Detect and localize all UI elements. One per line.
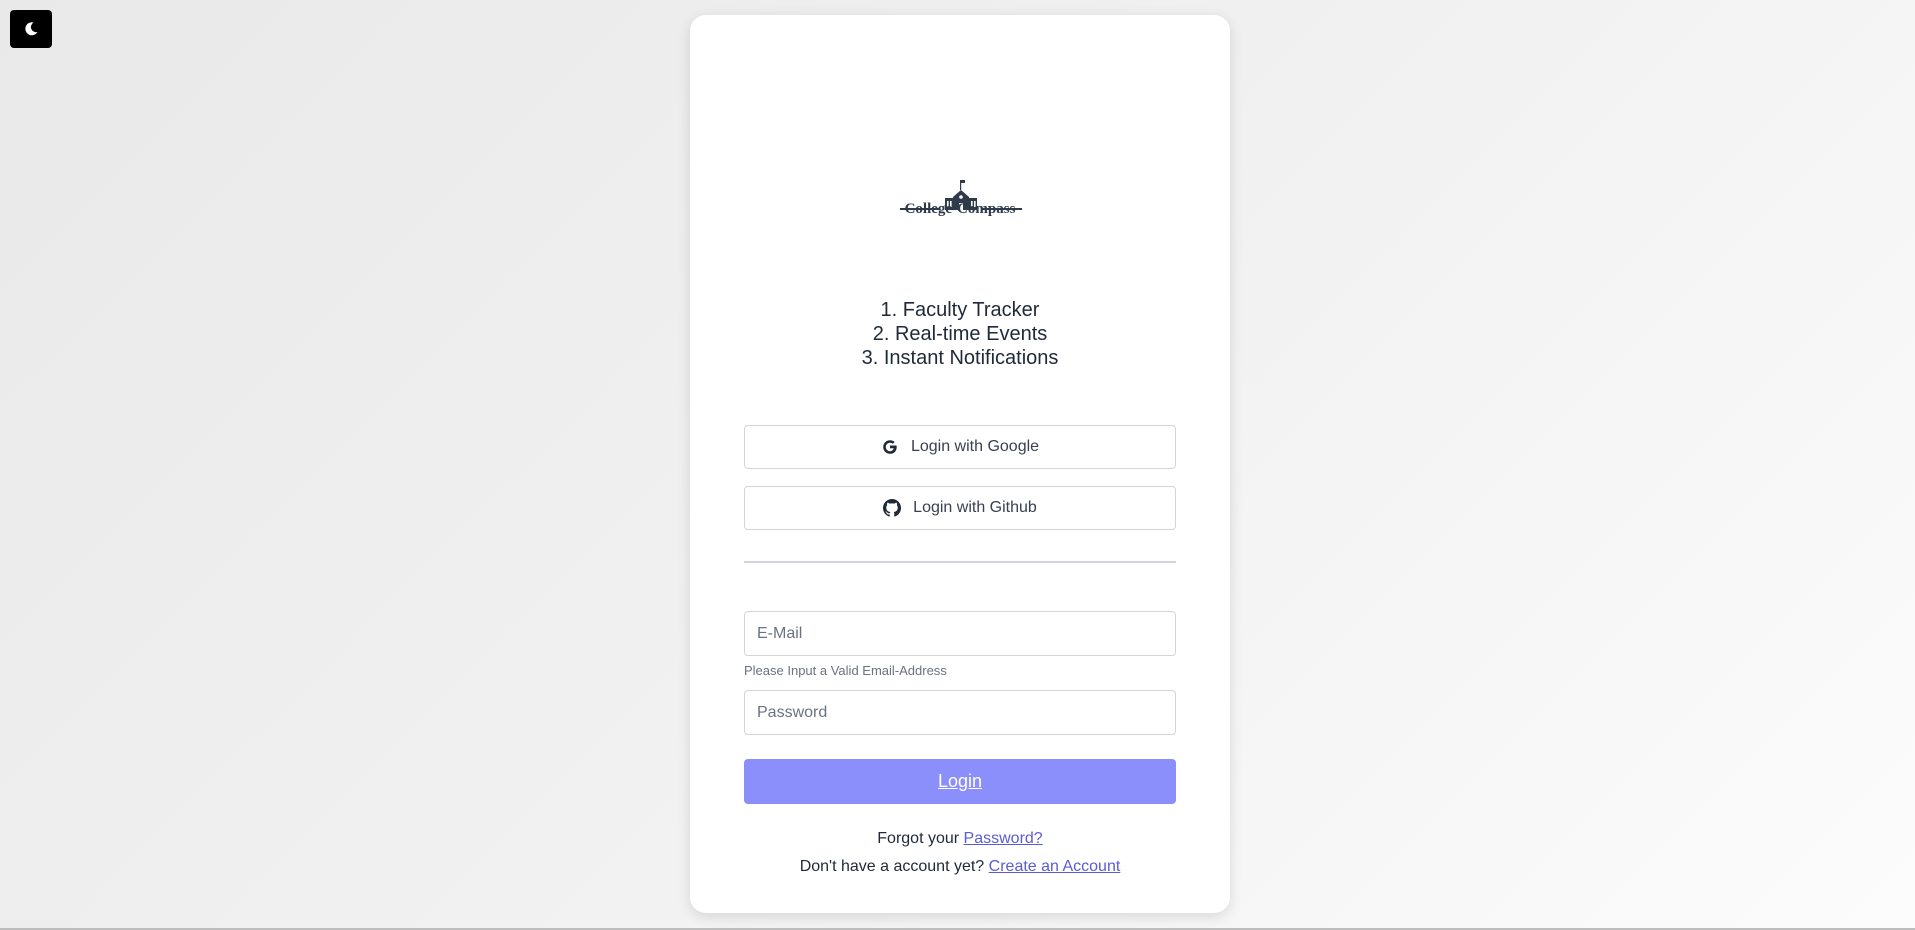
login-with-google-button[interactable]: Login with Google	[744, 425, 1176, 469]
signup-line: Don't have a account yet? Create an Acco…	[690, 858, 1230, 876]
feature-list: 1. Faculty Tracker 2. Real-time Events 3…	[690, 298, 1230, 370]
google-button-label: Login with Google	[910, 438, 1040, 455]
github-icon	[883, 499, 902, 517]
feature-item: 1. Faculty Tracker	[880, 299, 1040, 321]
feature-item: 2. Real-time Events	[872, 323, 1048, 345]
forgot-password-link[interactable]: Password?	[964, 830, 1043, 847]
forgot-password-text: Forgot your	[877, 830, 960, 847]
email-input[interactable]	[744, 611, 1176, 656]
feature-item: 3. Instant Notifications	[861, 347, 1059, 369]
login-button[interactable]: Login	[744, 759, 1176, 804]
college-compass-logo	[898, 165, 1024, 235]
forgot-password-line: Forgot your Password?	[690, 830, 1230, 848]
create-account-link[interactable]: Create an Account	[989, 858, 1121, 875]
logo-text: College-Compass	[904, 201, 1016, 217]
password-input[interactable]	[744, 690, 1176, 735]
moon-icon	[23, 21, 39, 37]
login-card: College-Compass 1. Faculty Tracker 2. Re…	[690, 15, 1230, 913]
theme-toggle-button[interactable]	[10, 10, 52, 48]
login-with-github-button[interactable]: Login with Github	[744, 486, 1176, 530]
school-building-icon	[898, 165, 1024, 235]
google-icon	[881, 438, 899, 456]
email-hint: Please Input a Valid Email-Address	[744, 663, 947, 678]
signup-text: Don't have a account yet?	[799, 858, 985, 875]
github-button-label: Login with Github	[913, 499, 1037, 516]
divider	[744, 561, 1176, 563]
